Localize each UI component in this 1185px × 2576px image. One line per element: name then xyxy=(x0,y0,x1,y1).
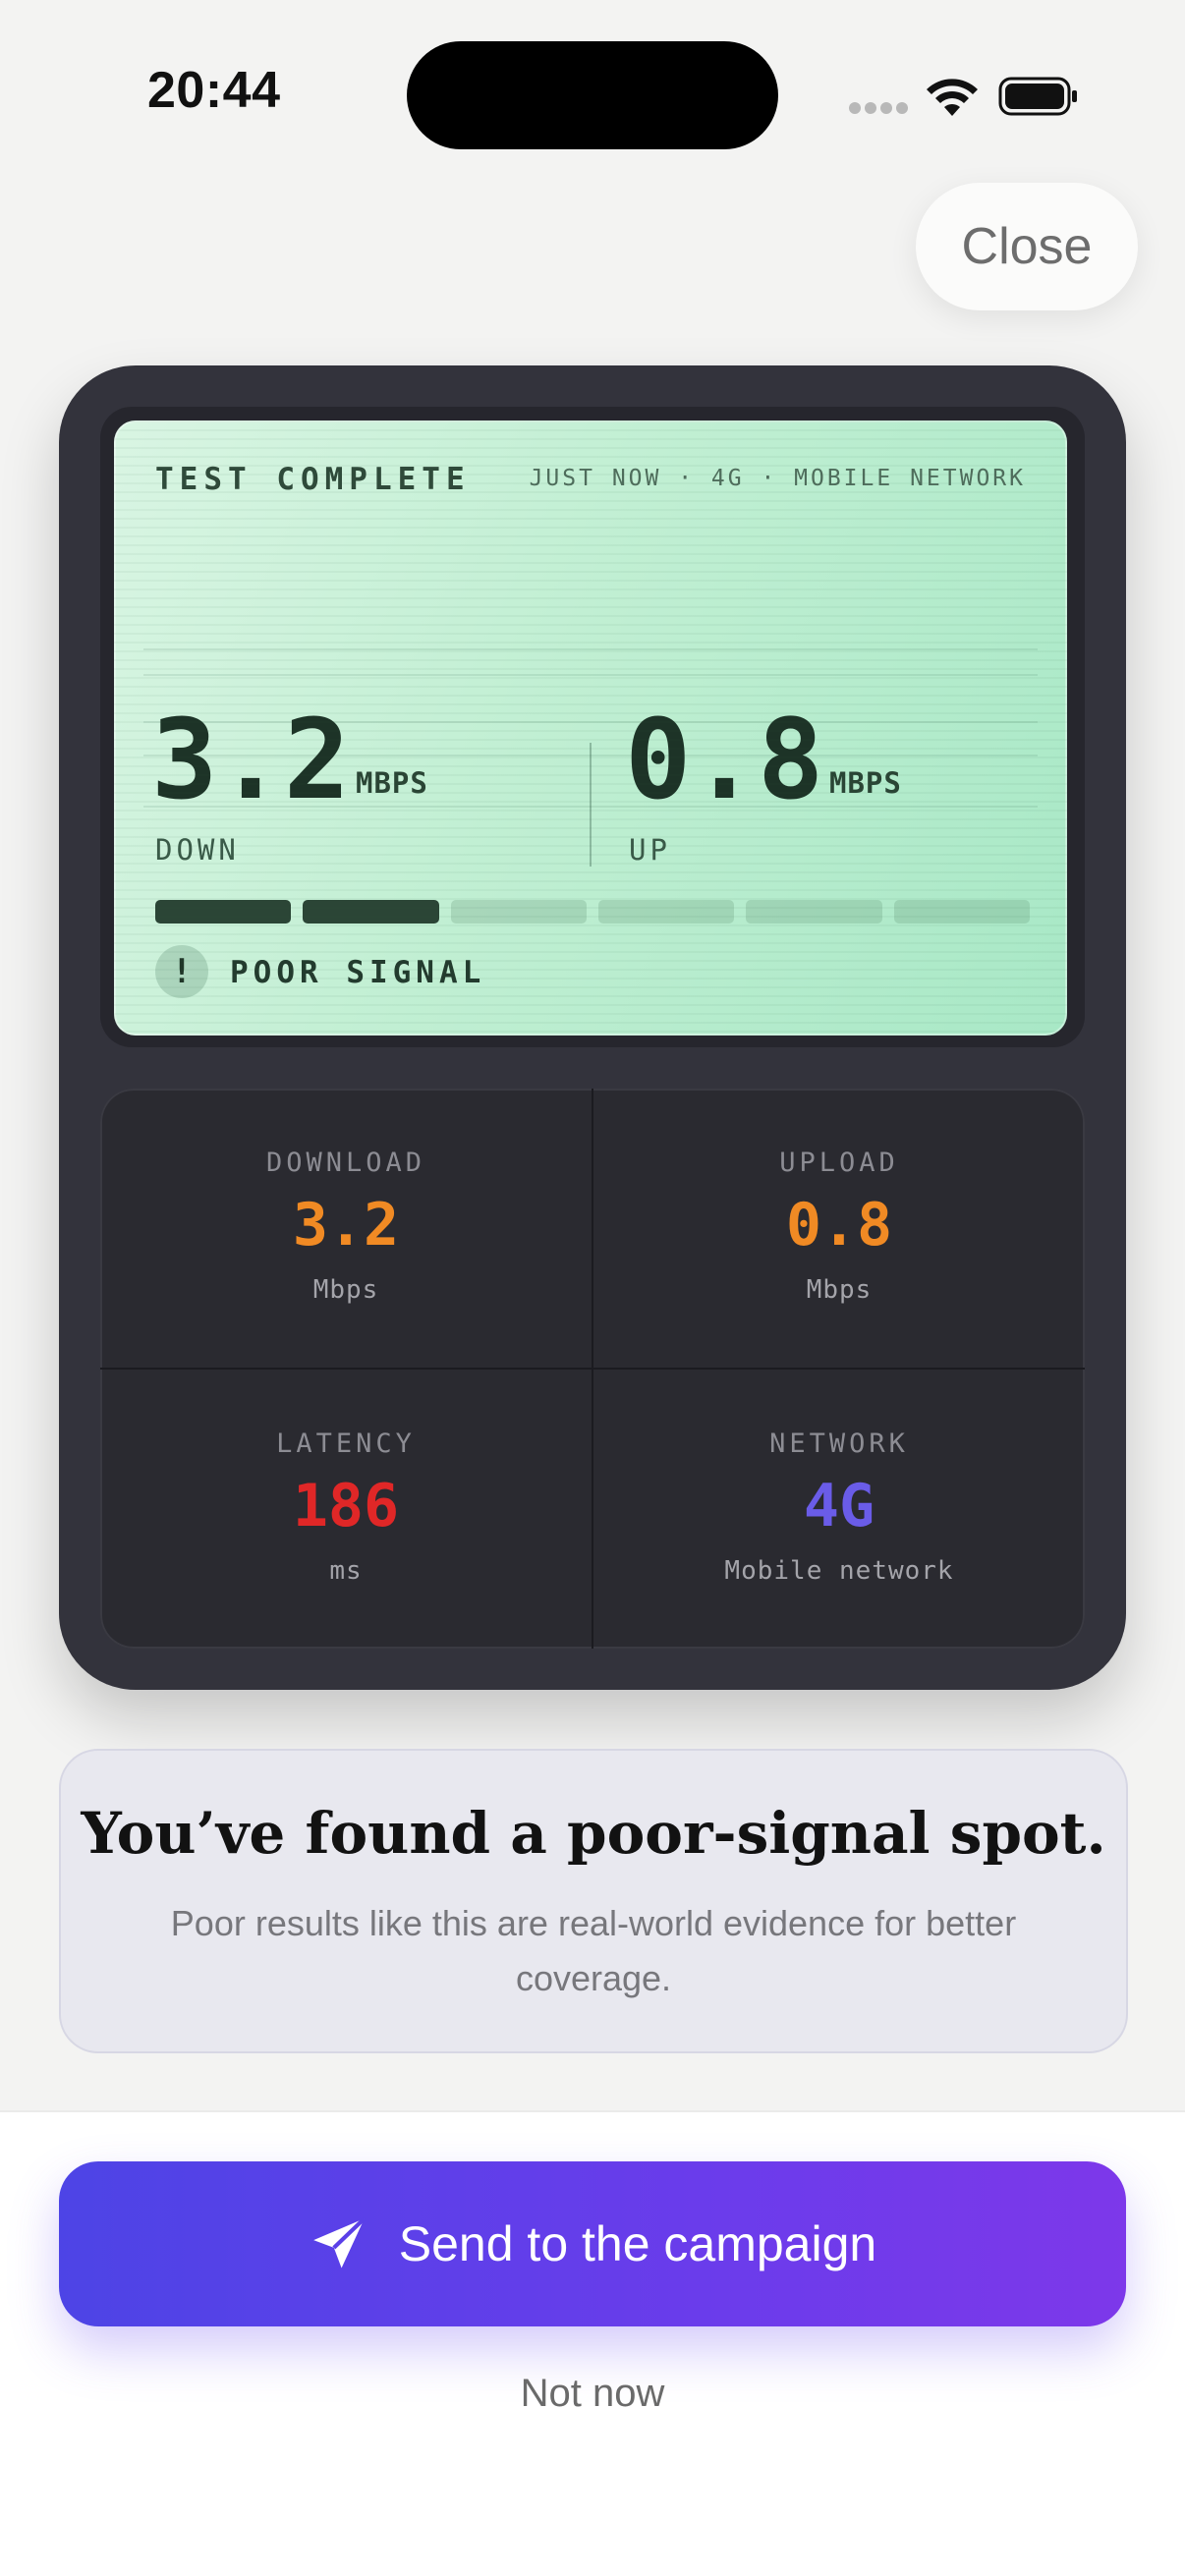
stat-value: 186 xyxy=(292,1472,400,1540)
stat-label: LATENCY xyxy=(276,1428,416,1459)
battery-icon xyxy=(998,77,1077,116)
stat-label: DOWNLOAD xyxy=(265,1148,426,1178)
stat-network: NETWORK 4G Mobile network xyxy=(593,1370,1085,1649)
poor-signal-message: You’ve found a poor-signal spot. Poor re… xyxy=(59,1749,1128,2053)
grid-divider-horizontal xyxy=(100,1368,1085,1370)
stat-download: DOWNLOAD 3.2 Mbps xyxy=(100,1089,592,1368)
signal-status: POOR SIGNAL xyxy=(230,955,486,990)
speed-result-card: TEST COMPLETE JUST NOW · 4G · MOBILE NET… xyxy=(59,365,1126,1690)
result-screen-bezel: TEST COMPLETE JUST NOW · 4G · MOBILE NET… xyxy=(100,407,1085,1047)
stat-label: UPLOAD xyxy=(779,1148,899,1178)
signal-bar xyxy=(303,900,439,924)
stat-value: 4G xyxy=(803,1472,875,1540)
stat-label: NETWORK xyxy=(769,1428,909,1459)
send-button-label: Send to the campaign xyxy=(398,2216,877,2271)
paper-plane-icon xyxy=(312,2216,367,2268)
stat-unit: Mobile network xyxy=(724,1556,954,1586)
signal-bar xyxy=(598,900,735,924)
download-value: 3.2 xyxy=(151,697,351,824)
stat-unit: ms xyxy=(329,1556,363,1586)
upload-label: UP xyxy=(629,833,671,867)
stat-upload: UPLOAD 0.8 Mbps xyxy=(593,1089,1085,1368)
status-time: 20:44 xyxy=(147,62,281,119)
download-unit: MBPS xyxy=(356,766,428,800)
upload-unit: MBPS xyxy=(829,766,902,800)
stat-latency: LATENCY 186 ms xyxy=(100,1370,592,1649)
signal-bar xyxy=(155,900,292,924)
stats-grid: DOWNLOAD 3.2 Mbps UPLOAD 0.8 Mbps LATENC… xyxy=(100,1089,1085,1649)
send-to-campaign-button[interactable]: Send to the campaign xyxy=(59,2161,1126,2326)
close-button[interactable]: Close xyxy=(916,183,1138,310)
message-body: Poor results like this are real-world ev… xyxy=(170,1903,1017,1998)
download-label: DOWN xyxy=(155,833,240,867)
scan-line xyxy=(143,674,1038,676)
screen-divider xyxy=(590,743,592,867)
stat-unit: Mbps xyxy=(806,1275,873,1305)
upload-value: 0.8 xyxy=(625,697,824,824)
dynamic-island xyxy=(407,41,778,149)
message-title: You’ve found a poor-signal spot. xyxy=(81,1800,1106,1867)
signal-bar xyxy=(893,900,1030,924)
signal-strength-bars xyxy=(155,900,1030,924)
signal-bar xyxy=(450,900,587,924)
warning-icon: ! xyxy=(155,945,208,998)
test-status-title: TEST COMPLETE xyxy=(155,462,471,497)
action-sheet: Send to the campaign Not now xyxy=(0,2112,1185,2576)
signal-bar xyxy=(746,900,882,924)
scan-line xyxy=(143,648,1038,650)
wifi-icon xyxy=(927,79,978,116)
stat-unit: Mbps xyxy=(312,1275,379,1305)
stat-value: 3.2 xyxy=(292,1191,400,1260)
stat-value: 0.8 xyxy=(785,1191,893,1260)
not-now-button[interactable]: Not now xyxy=(0,2372,1185,2416)
cellular-signal-icon xyxy=(849,102,908,116)
result-screen: TEST COMPLETE JUST NOW · 4G · MOBILE NET… xyxy=(114,420,1067,1036)
test-meta: JUST NOW · 4G · MOBILE NETWORK xyxy=(529,466,1026,491)
